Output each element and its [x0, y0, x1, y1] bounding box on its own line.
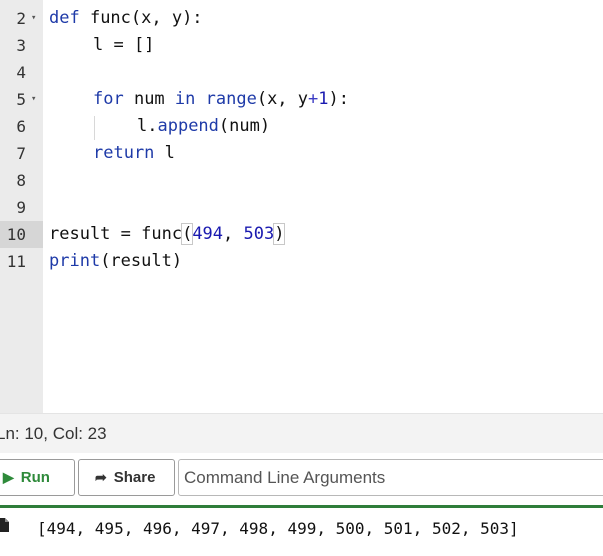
line-number-cell: 5 ▾: [0, 86, 43, 113]
output-panel: [494, 495, 496, 497, 498, 499, 500, 501,…: [0, 508, 603, 556]
code-token: ,: [223, 224, 244, 244]
code-token: num: [123, 89, 175, 109]
code-line[interactable]: 6 l.append(num): [0, 113, 603, 140]
code-line[interactable]: 5 ▾ for num in range(x, y+1):: [0, 86, 603, 113]
code-line-active[interactable]: 10 result = func(494, 503): [0, 221, 603, 248]
code-line[interactable]: 9: [0, 194, 603, 221]
line-number: 9: [16, 198, 26, 217]
code-text: return l: [93, 140, 175, 167]
code-token: result = func: [49, 224, 183, 244]
number-literal: 494: [192, 224, 224, 244]
line-number: 4: [16, 63, 26, 82]
operator: +: [308, 89, 319, 109]
fold-arrow-icon[interactable]: ▾: [31, 86, 36, 113]
line-number: 7: [16, 144, 26, 163]
keyword: def: [49, 8, 80, 28]
line-number-cell: 3: [0, 32, 43, 59]
line-number-cell: 11: [0, 248, 43, 275]
builtin-function: print: [49, 251, 101, 271]
number-literal: 503: [243, 224, 275, 244]
code-line[interactable]: 2 ▾ def func(x, y):: [0, 5, 603, 32]
line-number: 3: [16, 36, 26, 55]
code-token: (x, y: [256, 89, 309, 109]
code-text: l.append(num): [137, 113, 270, 140]
program-output: [494, 495, 496, 497, 498, 499, 500, 501,…: [37, 519, 519, 538]
line-number: 10: [6, 225, 26, 244]
code-line[interactable]: 7 return l: [0, 140, 603, 167]
toolbar: ▶ Run ➦ Share: [0, 453, 603, 505]
line-number-cell: 7: [0, 140, 43, 167]
number-literal: 1: [318, 89, 329, 109]
command-line-arguments-input[interactable]: [178, 459, 603, 496]
line-number-cell: 6: [0, 113, 43, 140]
share-arrow-icon: ➦: [95, 469, 107, 485]
line-number: 5: [16, 90, 26, 109]
line-number-cell: 10: [0, 221, 43, 248]
method-name: append: [157, 116, 219, 136]
keyword: for: [93, 89, 124, 109]
cursor-position: Ln: 10, Col: 23: [0, 424, 107, 443]
code-token: l.: [137, 116, 158, 136]
code-text: print(result): [49, 248, 182, 275]
line-number: 8: [16, 171, 26, 190]
keyword: in: [174, 89, 196, 109]
builtin-function: range: [205, 89, 257, 109]
code-token: l: [154, 143, 175, 163]
line-number: 11: [6, 252, 26, 271]
play-icon: ▶: [3, 469, 14, 485]
file-icon: [0, 518, 9, 532]
share-button[interactable]: ➦ Share: [78, 459, 175, 496]
line-number-cell: 9: [0, 194, 43, 221]
line-number-cell: 2 ▾: [0, 5, 43, 32]
run-button[interactable]: ▶ Run: [0, 459, 75, 496]
line-number: 2: [16, 9, 26, 28]
bracket-match-highlight: ): [273, 223, 286, 245]
code-token: ):: [328, 89, 349, 109]
line-number-cell: 4: [0, 59, 43, 86]
status-bar: Ln: 10, Col: 23: [0, 413, 603, 454]
code-token: (result): [100, 251, 183, 271]
code-line[interactable]: 4: [0, 59, 603, 86]
code-text: for num in range(x, y+1):: [93, 86, 349, 113]
code-text: def func(x, y):: [49, 5, 203, 32]
code-text: l = []: [93, 35, 155, 55]
code-line[interactable]: 8: [0, 167, 603, 194]
line-number: 6: [16, 117, 26, 136]
code-editor[interactable]: 2 ▾ def func(x, y): 3 l = [] 4 5 ▾ for n…: [0, 0, 603, 413]
code-token: (num): [218, 116, 271, 136]
line-number-cell: 8: [0, 167, 43, 194]
run-button-label: Run: [20, 469, 50, 486]
code-token: func(x, y):: [79, 8, 203, 28]
share-button-label: Share: [113, 469, 156, 486]
code-line[interactable]: 11 print(result): [0, 248, 603, 275]
bracket-match-highlight: (: [181, 223, 194, 245]
fold-arrow-icon[interactable]: ▾: [31, 5, 36, 32]
keyword: return: [93, 143, 155, 163]
code-text: result = func(494, 503): [49, 221, 286, 248]
code-line[interactable]: 3 l = []: [0, 32, 603, 59]
